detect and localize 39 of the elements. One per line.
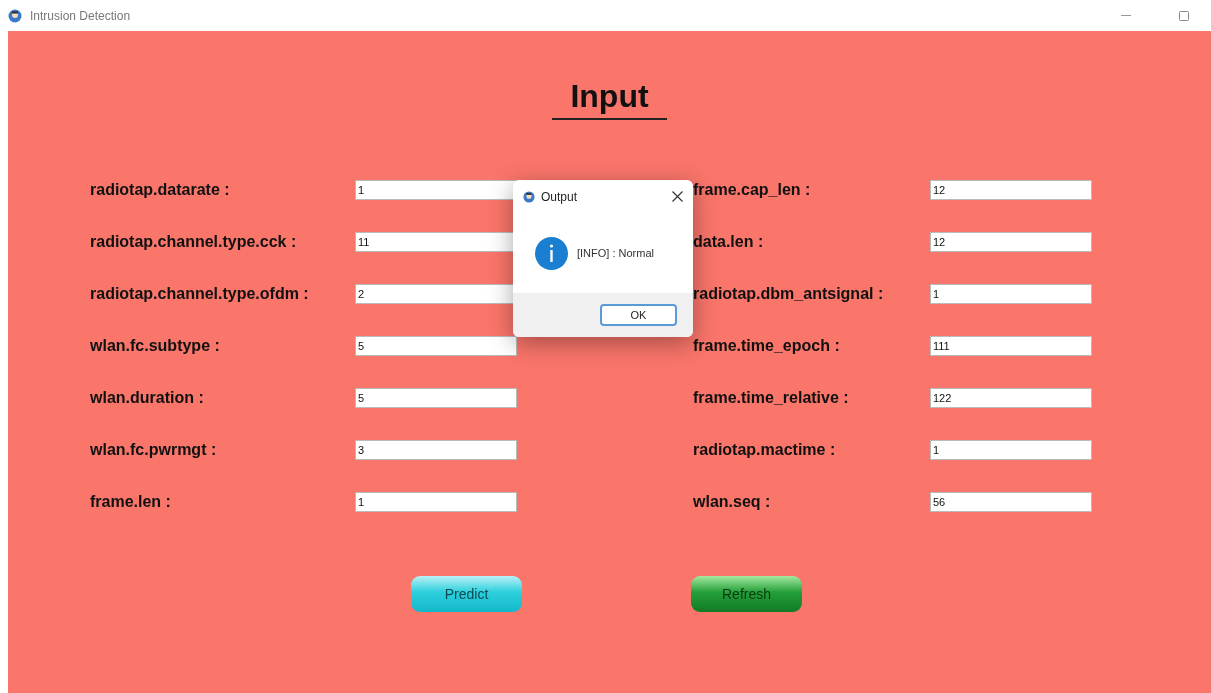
action-button[interactable]: Refresh <box>691 576 802 612</box>
input-field[interactable]: 3 <box>355 440 517 460</box>
dialog-message: [INFO] : Normal <box>577 245 654 261</box>
info-icon <box>535 236 568 270</box>
input-field[interactable]: 5 <box>355 388 517 408</box>
field-label: radiotap.mactime : <box>693 440 837 460</box>
app-icon <box>523 190 535 203</box>
field-label: wlan.duration : <box>90 388 205 408</box>
input-field[interactable]: 5 <box>355 336 517 356</box>
ok-button[interactable]: OK <box>600 304 677 326</box>
maximize-icon[interactable] <box>1179 10 1189 21</box>
input-field[interactable]: 111 <box>930 336 1092 356</box>
input-field[interactable]: 1 <box>930 440 1092 460</box>
minimize-icon[interactable] <box>1121 14 1131 17</box>
input-field[interactable]: 56 <box>930 492 1092 512</box>
input-field[interactable]: 1 <box>930 284 1092 304</box>
field-label: wlan.fc.subtype : <box>90 336 221 356</box>
field-label: frame.time_relative : <box>693 388 850 408</box>
field-label: frame.cap_len : <box>693 180 812 200</box>
field-label: radiotap.channel.type.cck : <box>90 232 298 252</box>
field-label: radiotap.datarate : <box>90 180 231 200</box>
input-field[interactable]: 1 <box>355 180 517 200</box>
form-heading: Input <box>552 76 667 120</box>
field-label: radiotap.channel.type.ofdm : <box>90 284 310 304</box>
input-field[interactable]: 1 <box>355 492 517 512</box>
app-icon <box>8 8 22 23</box>
window-title: Intrusion Detection <box>30 7 131 25</box>
field-label: wlan.seq : <box>693 492 772 512</box>
field-label: data.len : <box>693 232 765 252</box>
field-label: frame.len : <box>90 492 172 512</box>
input-field[interactable]: 122 <box>930 388 1092 408</box>
input-field[interactable]: 12 <box>930 232 1092 252</box>
field-label: frame.time_epoch : <box>693 336 841 356</box>
field-label: radiotap.dbm_antsignal : <box>693 284 885 304</box>
input-field[interactable]: 12 <box>930 180 1092 200</box>
dialog-title: Output <box>541 188 578 206</box>
action-button[interactable]: Predict <box>411 576 522 612</box>
field-label: wlan.fc.pwrmgt : <box>90 440 218 460</box>
close-icon[interactable] <box>672 191 683 202</box>
